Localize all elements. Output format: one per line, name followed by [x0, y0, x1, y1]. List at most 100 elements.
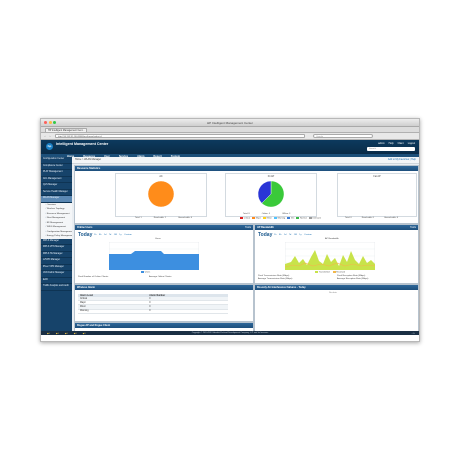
ac-chart: AC — [115, 173, 207, 217]
online-users-today: Today — [78, 232, 93, 238]
fit-ap-legend-offline: Offline: 3 — [282, 213, 291, 215]
fat-ap-legend: Total: 0 Reachable: 0 Unreachable: 0 — [345, 217, 398, 219]
sound-icon[interactable]: ♪ ⟳ — [411, 332, 415, 335]
address-toolbar: ‹ › http://16.153.91.160:8080/imc/frame/… — [41, 133, 419, 140]
online-users-tools[interactable]: Tools — [245, 225, 251, 230]
status-swatch — [273, 217, 277, 219]
range-custom[interactable]: Custom — [124, 234, 132, 236]
browser-search-field[interactable]: Google — [313, 134, 373, 138]
browser-tab[interactable]: HP Intelligent Management Cent... — [45, 127, 87, 132]
wireless-alarm-panel: Wireless Alarm Alarm Level Alarm Number … — [74, 284, 254, 322]
received-label: Received — [336, 271, 345, 274]
peak-transmission-rate: Peak Transmission Rate (Mbps): — [258, 275, 290, 277]
wireless-alarm-title: Wireless Alarm — [75, 285, 253, 290]
window-title: HP Intelligent Management Center — [207, 120, 253, 125]
bw-range-1d[interactable]: 1d — [284, 234, 286, 236]
range-1h[interactable]: 1h — [94, 234, 96, 236]
range-1m[interactable]: 1M — [114, 234, 117, 236]
resource-statistics-title: Resource Statistics — [75, 166, 418, 171]
bw-legend-received: Received — [332, 271, 345, 274]
fit-ap-legend-online: Online: 5 — [261, 213, 271, 215]
bw-range-7d[interactable]: 7d — [289, 234, 291, 236]
url-field[interactable]: http://16.153.91.160:8080/imc/frame/inde… — [55, 134, 305, 138]
status-legend-label: Normal — [300, 217, 307, 220]
range-1y[interactable]: 1y — [119, 234, 121, 236]
back-icon[interactable]: ‹ — [43, 134, 47, 138]
transmitted-swatch — [315, 271, 318, 273]
sidebar-item-traffic-analysis[interactable]: Traffic Analysis and Audit — [41, 284, 72, 291]
status-swatch — [262, 217, 266, 219]
bw-range-custom[interactable]: Custom — [304, 234, 312, 236]
main-area: Configuration Center Compliance Center P… — [41, 157, 419, 335]
alarm-number-cell[interactable]: 0 — [147, 309, 228, 314]
ap-bandwidth-tools[interactable]: Tools — [410, 225, 416, 230]
header-link-logout[interactable]: Logout — [408, 142, 415, 145]
online-users-panel: Online Users Tools Today 1h 8h 1d 7d 1M … — [74, 224, 254, 284]
users-legend: Users — [141, 271, 150, 274]
resource-statistics-panel: Resource Statistics AC Total: 1 Reachabl… — [74, 165, 419, 224]
sidebar: Configuration Center Compliance Center P… — [41, 157, 72, 335]
status-bar: ◆0 ◆0 ◆0 ◆0 ◆0 Copyright © 2010-2013 Hew… — [41, 331, 419, 335]
bandwidth-chart-title: AP Bandwidth — [325, 238, 339, 240]
hp-logo-icon: hp — [46, 142, 53, 150]
title-bar: HP Intelligent Management Center — [41, 119, 419, 127]
favorites-help-link[interactable]: Add to My Favorites | Help — [388, 157, 416, 163]
ap-bandwidth-panel: AP Bandwidth Tools Today 1h 8h 1d 7d 1M … — [254, 224, 419, 284]
status-legend-item: Warning — [273, 217, 285, 220]
header-links: admin Help Client Logout — [378, 142, 415, 145]
pie-slice-reachable[interactable] — [147, 180, 175, 208]
bandwidth-legend: Transmitted Received — [315, 271, 345, 274]
fat-ap-legend-total: Total: 0 — [345, 217, 352, 219]
status-legend-item: Unknown — [308, 217, 322, 220]
status-legend-label: Minor — [266, 217, 272, 220]
app-header: hp Intelligent Management Center admin H… — [41, 140, 419, 154]
breadcrumb-path[interactable]: Home > WLAN Manager — [75, 158, 101, 161]
fit-ap-legend-total: Total: 8 — [243, 213, 250, 215]
bw-range-1h[interactable]: 1h — [274, 234, 276, 236]
header-link-help[interactable]: Help — [389, 142, 394, 145]
transmitted-label: Transmitted — [318, 271, 330, 274]
ac-pie — [147, 180, 175, 208]
status-legend-item: Critical — [240, 217, 250, 220]
browser-window: HP Intelligent Management Center HP Inte… — [40, 118, 420, 342]
table-row[interactable]: Warning 0 — [78, 309, 228, 314]
status-swatch — [252, 217, 256, 219]
peak-reception-rate: Peak Reception Rate (Mbps): — [337, 275, 366, 277]
status-legend-label: Unknown — [312, 217, 322, 220]
fat-ap-legend-unreachable: Unreachable: 0 — [383, 217, 399, 219]
sidebar-sub-energy-policy[interactable]: Energy Policy Management — [41, 234, 72, 239]
ap-bandwidth-today: Today — [258, 232, 273, 238]
range-8h[interactable]: 8h — [99, 234, 101, 236]
wireless-alarm-table: Alarm Level Alarm Number Critical 0 Major… — [78, 294, 228, 314]
forward-icon[interactable]: › — [48, 134, 52, 138]
online-users-range-picker: 1h 8h 1d 7d 1M 1y Custom — [94, 234, 132, 236]
status-legend-label: Critical — [243, 217, 251, 220]
bandwidth-area-chart — [285, 242, 375, 270]
device-status-legend: Critical Major Minor Warning Info Normal Unkno… — [240, 217, 321, 220]
range-1d[interactable]: 1d — [104, 234, 106, 236]
status-legend-item: Normal — [296, 217, 307, 220]
average-transmission-rate: Average Transmission Rate (Mbps): — [258, 278, 293, 280]
fit-ap-legend: Total: 8 Online: 5 Offline: 3 — [243, 213, 290, 215]
range-7d[interactable]: 7d — [109, 234, 111, 236]
ap-bandwidth-title: AP Bandwidth — [257, 226, 274, 229]
bw-range-8h[interactable]: 8h — [279, 234, 281, 236]
header-link-client[interactable]: Client — [398, 142, 404, 145]
bw-range-1y[interactable]: 1y — [299, 234, 301, 236]
users-legend-label: Users — [144, 271, 151, 274]
status-swatch — [287, 217, 291, 219]
online-users-header: Online Users Tools — [75, 225, 253, 230]
interference-title: Rosonly Air Interference Failures - Toda… — [255, 285, 418, 290]
alarm-level-cell: Warning — [78, 309, 148, 314]
fat-ap-pie — [338, 178, 416, 212]
app-search-input[interactable]: Search — [367, 147, 415, 151]
ap-bandwidth-range-picker: 1h 8h 1d 7d 1M 1y Custom — [274, 234, 312, 236]
copyright: Copyright © 2010-2013 Hewlett-Packard De… — [191, 331, 269, 334]
ac-legend-total: Total: 1 — [135, 217, 142, 219]
status-legend-item: Minor — [262, 217, 272, 220]
fat-ap-legend-reachable: Reachable: 0 — [361, 217, 374, 219]
status-legend-label: Info — [290, 217, 295, 220]
bw-range-1m[interactable]: 1M — [294, 234, 297, 236]
status-legend-item: Info — [287, 217, 294, 220]
header-link-admin[interactable]: admin — [378, 142, 385, 145]
